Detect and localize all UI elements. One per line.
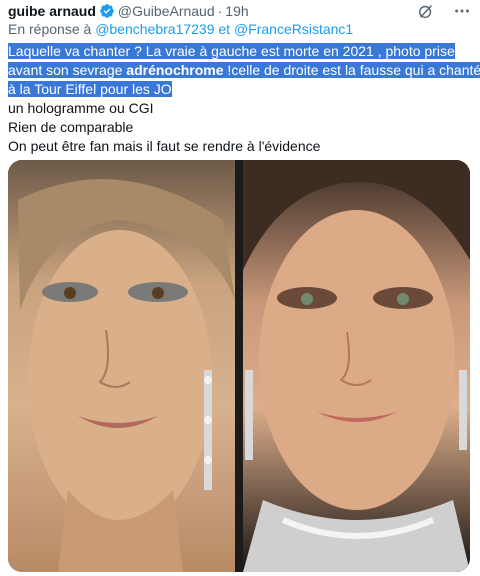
text-line-3: à la Tour Eiffel pour les JO	[8, 81, 172, 97]
reply-conjunction: et	[218, 21, 231, 37]
text-line-2-bold: adrénochrome	[126, 62, 224, 78]
photo-right[interactable]	[243, 160, 470, 572]
text-line-4: un hologramme ou CGI	[8, 100, 154, 116]
separator-dot: ·	[217, 3, 223, 19]
timestamp[interactable]: 19h	[225, 3, 248, 19]
reply-prefix: En réponse à	[8, 21, 92, 37]
tweet-header: guibe arnaud @GuibeArnaud · 19h	[8, 0, 472, 22]
author-name[interactable]: guibe arnaud	[8, 3, 96, 19]
text-line-2a: avant son sevrage	[8, 62, 127, 78]
text-line-6: On peut être fan mais il faut se rendre …	[8, 138, 321, 154]
grok-icon[interactable]	[416, 1, 436, 21]
more-options-icon[interactable]	[452, 1, 472, 21]
tweet-text: Laquelle va chanter ? La vraie à gauche …	[8, 42, 480, 156]
tweet-media[interactable]	[8, 160, 470, 572]
text-line-1: Laquelle va chanter ? La vraie à gauche …	[8, 43, 455, 59]
reply-context: En réponse à @benchebra17239 et @FranceR…	[8, 21, 353, 37]
text-line-2c: !celle de droite est la fausse qui a cha…	[223, 62, 480, 78]
author-handle[interactable]: @GuibeArnaud	[118, 3, 215, 19]
photo-left[interactable]	[8, 160, 235, 572]
text-line-5: Rien de comparable	[8, 119, 134, 135]
verified-badge-icon	[99, 3, 115, 19]
reply-mention-1[interactable]: @benchebra17239	[95, 21, 214, 37]
reply-mention-2[interactable]: @FranceRsistanc1	[234, 21, 353, 37]
